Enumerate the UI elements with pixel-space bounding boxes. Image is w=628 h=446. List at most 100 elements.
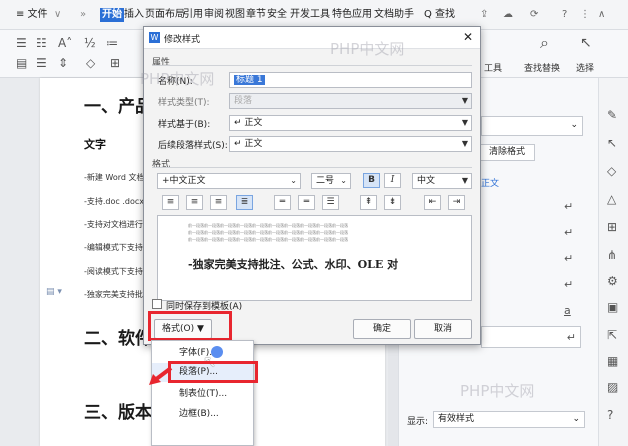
clear-format-button[interactable]: 清除格式 bbox=[479, 144, 535, 161]
caret-down-icon: ▼ bbox=[461, 176, 468, 185]
tab-references[interactable]: 引用 bbox=[183, 8, 203, 22]
tab-review[interactable]: 审阅 bbox=[204, 8, 224, 22]
more-icon[interactable]: » bbox=[80, 8, 86, 22]
watermark: PHP中文网 bbox=[460, 382, 535, 400]
style-item-box[interactable]: ↵ bbox=[481, 326, 581, 348]
tab-view[interactable]: 视图 bbox=[225, 8, 245, 22]
document-icon[interactable]: ▣ bbox=[607, 300, 618, 314]
show-dropdown[interactable]: 有效样式 ⌄ bbox=[433, 411, 585, 428]
list-item[interactable]: -阅读模式下支持 bbox=[84, 266, 143, 277]
search-icon[interactable]: ⌕ bbox=[540, 35, 549, 51]
list-item[interactable]: -编辑模式下支持 bbox=[84, 242, 143, 253]
help-icon[interactable]: ? bbox=[607, 408, 613, 422]
indent-decrease-icon[interactable]: ⇤ bbox=[424, 195, 441, 210]
based-on-select[interactable]: ↵ 正文 ▼ bbox=[229, 115, 472, 131]
space-after-icon[interactable]: ⇟ bbox=[384, 195, 401, 210]
menu-item-border[interactable]: 边框(B)... bbox=[152, 405, 253, 424]
decrease-indent-icon[interactable]: ☰ bbox=[16, 36, 27, 50]
size-select[interactable]: 二号 ⌄ bbox=[311, 173, 351, 189]
next-style-select[interactable]: ↵ 正文 ▼ bbox=[229, 136, 472, 152]
tab-developer[interactable]: 开发工具 bbox=[290, 8, 330, 22]
tab-security[interactable]: 安全 bbox=[267, 8, 287, 22]
list-item[interactable]: -独家完美支持批 bbox=[84, 289, 143, 300]
align-right-icon[interactable]: ≡ bbox=[210, 195, 227, 210]
select-button[interactable]: 选择 bbox=[576, 61, 594, 74]
share-icon[interactable]: ⇪ bbox=[480, 8, 488, 22]
section-format: 格式 bbox=[152, 160, 171, 170]
close-icon[interactable]: ✕ bbox=[463, 30, 473, 44]
bold-button[interactable]: B bbox=[363, 173, 380, 188]
paragraph-handle-icon[interactable]: ▤ ▾ bbox=[46, 287, 62, 297]
list-item[interactable]: -新建 Word 文档 bbox=[84, 172, 145, 183]
cloud-icon[interactable]: ☁ bbox=[503, 8, 513, 22]
edit-icon[interactable]: ✎ bbox=[607, 108, 617, 122]
cursor-icon[interactable]: ↖ bbox=[607, 136, 617, 150]
settings-icon[interactable]: ⚙ bbox=[607, 274, 618, 288]
triangle-icon[interactable]: △ bbox=[607, 192, 616, 206]
tab-insert[interactable]: 插入 bbox=[124, 8, 144, 22]
line-spacing-onehalf-icon[interactable]: ═ bbox=[298, 195, 315, 210]
chevron-down-icon: ⌄ bbox=[570, 120, 578, 130]
image-icon[interactable]: ▨ bbox=[607, 380, 618, 394]
line-spacing-double-icon[interactable]: ☰ bbox=[322, 195, 339, 210]
tools-label[interactable]: 工具 bbox=[484, 61, 502, 74]
style-name-label[interactable]: 正文 bbox=[481, 176, 499, 189]
cancel-button[interactable]: 取消 bbox=[414, 319, 472, 339]
italic-button[interactable]: I bbox=[384, 173, 401, 188]
save-template-checkbox[interactable] bbox=[152, 299, 162, 309]
tab-page-layout[interactable]: 页面布局 bbox=[145, 8, 185, 22]
name-value: 标题 1 bbox=[234, 75, 265, 85]
show-label: 显示: bbox=[407, 417, 429, 427]
list-item[interactable]: -支持对文档进行 bbox=[84, 219, 143, 230]
tab-home[interactable]: 开始 bbox=[100, 8, 124, 22]
chevron-down-icon: ⌄ bbox=[340, 176, 347, 185]
tab-section[interactable]: 章节 bbox=[246, 8, 266, 22]
list-item[interactable]: -支持.doc .docx bbox=[84, 196, 144, 207]
indent-increase-icon[interactable]: ⇥ bbox=[448, 195, 465, 210]
dialog-titlebar[interactable]: W 修改样式 ✕ bbox=[144, 27, 480, 49]
help-icon[interactable]: ? bbox=[562, 8, 567, 22]
shading-icon[interactable]: ◇ bbox=[86, 56, 95, 70]
cursor-icon[interactable]: ↖ bbox=[580, 36, 592, 50]
doc-heading-2[interactable]: 二、软件 bbox=[84, 324, 152, 349]
name-field[interactable]: 标题 1 bbox=[229, 72, 472, 88]
file-menu[interactable]: ≡ 文件 bbox=[16, 8, 48, 22]
font-select[interactable]: +中文正文 ⌄ bbox=[157, 173, 301, 189]
align-justify-icon[interactable]: ≣ bbox=[236, 195, 253, 210]
chevron-down-icon[interactable]: ∨ bbox=[54, 8, 61, 22]
font-size-icon[interactable]: A˄ bbox=[58, 36, 72, 50]
increase-indent-icon[interactable]: ☷ bbox=[36, 36, 47, 50]
ok-button[interactable]: 确定 bbox=[353, 319, 411, 339]
align-left-icon[interactable]: ≡ bbox=[162, 195, 179, 210]
align-left-icon[interactable]: ▤ bbox=[16, 56, 27, 70]
space-before-icon[interactable]: ⇞ bbox=[360, 195, 377, 210]
align-center-icon[interactable]: ☰ bbox=[36, 56, 47, 70]
app-icon: W bbox=[149, 32, 160, 43]
list-icon[interactable]: ≔ bbox=[106, 36, 118, 50]
sync-icon[interactable]: ⟳ bbox=[530, 8, 538, 22]
search-button[interactable]: Q 查找 bbox=[424, 8, 455, 22]
align-center-icon[interactable]: ≡ bbox=[186, 195, 203, 210]
more-options-icon[interactable]: ⋮ bbox=[580, 8, 590, 22]
size-value: 二号 bbox=[316, 176, 335, 186]
line-spacing-icon[interactable]: ⇕ bbox=[58, 56, 68, 70]
find-replace-button[interactable]: 查找替换 bbox=[524, 61, 560, 74]
table-icon[interactable]: ⊞ bbox=[607, 220, 617, 234]
doc-heading-3[interactable]: 三、版本 bbox=[84, 398, 152, 423]
style-dropdown[interactable]: ⌄ bbox=[481, 116, 583, 136]
paragraph-mark-icon: ↵ bbox=[564, 278, 574, 291]
language-select[interactable]: 中文 ▼ bbox=[412, 173, 472, 189]
tab-features[interactable]: 特色应用 bbox=[332, 8, 372, 22]
tab-doc-assistant[interactable]: 文档助手 bbox=[374, 8, 414, 22]
tree-icon[interactable]: ⋔ bbox=[607, 248, 617, 262]
phonetic-icon[interactable]: ½ bbox=[84, 36, 96, 50]
doc-heading-1[interactable]: 一、产品 bbox=[84, 92, 152, 117]
collapse-icon[interactable]: ∧ bbox=[598, 8, 605, 22]
border-icon[interactable]: ⊞ bbox=[110, 56, 120, 70]
grid-icon[interactable]: ▦ bbox=[607, 354, 618, 368]
shape-icon[interactable]: ◇ bbox=[607, 164, 616, 178]
doc-subheading[interactable]: 文字 bbox=[84, 136, 106, 152]
line-spacing-single-icon[interactable]: ═ bbox=[274, 195, 291, 210]
export-icon[interactable]: ⇱ bbox=[607, 328, 617, 342]
format-button-highlight bbox=[148, 311, 232, 341]
